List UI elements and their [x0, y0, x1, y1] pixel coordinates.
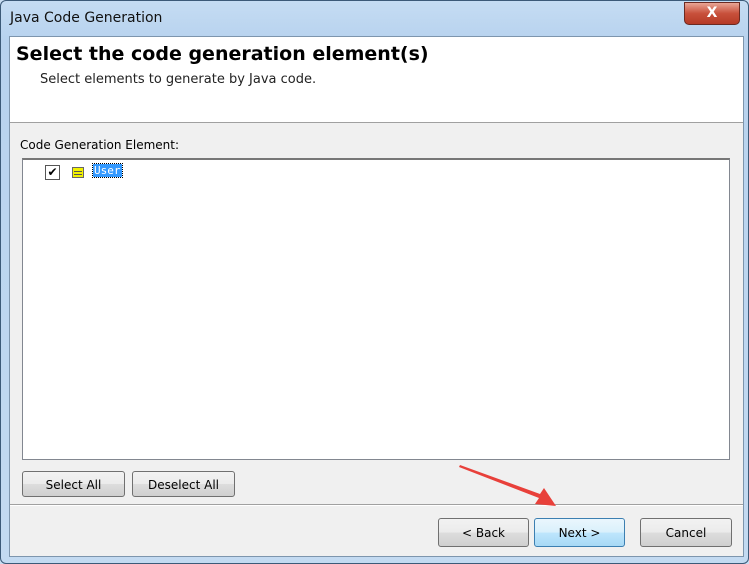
dialog-window: Java Code Generation X Select the code g… — [0, 0, 749, 564]
close-button[interactable]: X — [684, 2, 740, 25]
window-title: Java Code Generation — [10, 10, 163, 26]
cancel-button[interactable]: Cancel — [640, 518, 732, 547]
user-checkbox[interactable]: ✔ — [45, 165, 60, 180]
back-button[interactable]: < Back — [438, 518, 529, 547]
page-subtitle: Select elements to generate by Java code… — [40, 72, 317, 87]
tree-item-user[interactable]: User — [92, 163, 123, 178]
separator — [10, 504, 743, 506]
class-icon — [72, 167, 84, 178]
page-title: Select the code generation element(s) — [16, 43, 429, 65]
select-all-button[interactable]: Select All — [22, 471, 125, 497]
tree-label: Code Generation Element: — [20, 138, 180, 152]
dialog-client: Select the code generation element(s) Se… — [9, 36, 744, 557]
wizard-header: Select the code generation element(s) Se… — [10, 37, 743, 123]
deselect-all-button[interactable]: Deselect All — [132, 471, 235, 497]
next-button[interactable]: Next > — [534, 518, 625, 547]
element-tree[interactable]: ✔ User — [22, 158, 730, 460]
